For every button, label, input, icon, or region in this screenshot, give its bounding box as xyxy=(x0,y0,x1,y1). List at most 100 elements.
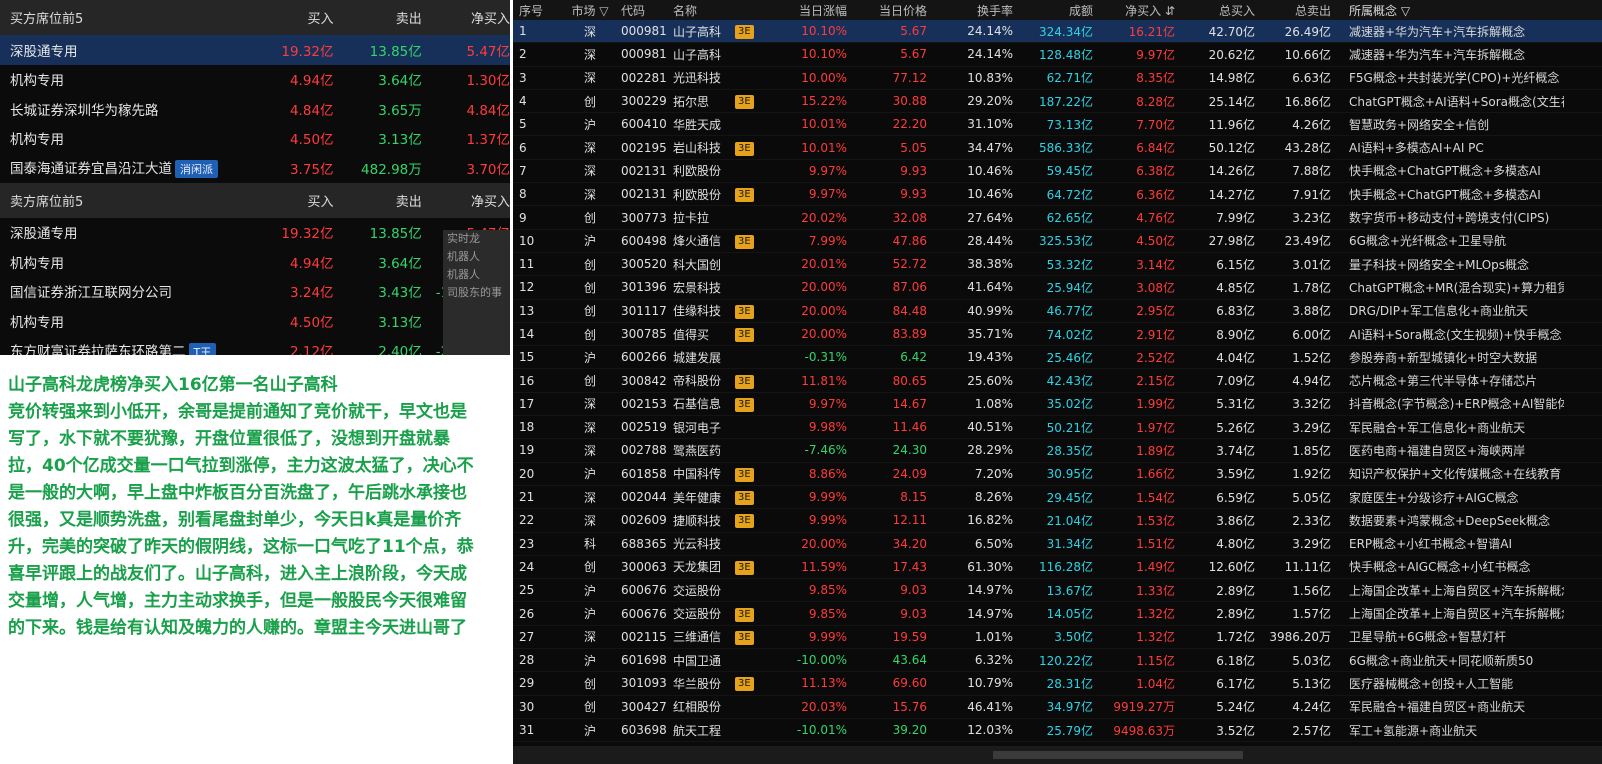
horizontal-scrollbar[interactable] xyxy=(513,746,1602,764)
row-index: 3 xyxy=(519,70,527,85)
market-cell: 创 xyxy=(583,211,596,226)
table-row[interactable]: 30 创 300427 红相股份 20.03% 15.76 46.41% 34.97亿 9919… xyxy=(513,696,1602,719)
net-buy-cell: 8.35亿 xyxy=(1136,71,1175,86)
column-header[interactable]: 当日涨幅 xyxy=(761,2,847,19)
table-row[interactable]: 1 深 000981 山子高科 3E 10.10% 5.67 24.14% 324.34亿 16.… xyxy=(513,20,1602,44)
table-row[interactable]: 12 创 301396 宏景科技 20.00% 87.06 41.64% 25.94亿 3.08… xyxy=(513,276,1602,300)
concept-cell: 上海国企改革+上海自贸区+汽车拆解概念 xyxy=(1349,607,1564,622)
price-cell: 17.43 xyxy=(892,559,927,574)
table-row[interactable]: 10 沪 600498 烽火通信 3E 7.99% 47.86 28.44% 325.53亿 4.… xyxy=(513,230,1602,253)
change-cell: 15.22% xyxy=(801,94,847,109)
table-row[interactable]: 19 深 002788 鹭燕医药 -7.46% 24.30 28.29% 28.35亿 1.89… xyxy=(513,439,1602,463)
badge-cell: 3E xyxy=(735,186,761,203)
row-index: 21 xyxy=(519,490,535,505)
table-row[interactable]: 15 沪 600266 城建发展 -0.31% 6.42 19.43% 25.46亿 2.52亿… xyxy=(513,346,1602,370)
name-cell: 中国卫通 xyxy=(673,653,722,668)
seat-name-cell: 深股通专用 xyxy=(0,40,245,60)
table-row[interactable]: 4 创 300229 拓尔思 3E 15.22% 30.88 29.20% 187.22亿 8.2… xyxy=(513,90,1602,114)
table-row[interactable]: 29 创 301093 华兰股份 3E 11.13% 69.60 10.79% 28.31亿 1.… xyxy=(513,672,1602,696)
table-row[interactable]: 7 深 002131 利欧股份 9.97% 9.93 10.46% 59.45亿 6.38亿 14… xyxy=(513,160,1602,184)
table-row[interactable]: 3 深 002281 光迅科技 10.00% 77.12 10.83% 62.71亿 8.35亿… xyxy=(513,67,1602,90)
table-row[interactable]: 11 创 300520 科大国创 20.01% 52.72 38.38% 53.32亿 3.14… xyxy=(513,253,1602,277)
table-row[interactable]: 23 科 688365 光云科技 20.00% 34.20 6.50% 31.34亿 1.51亿… xyxy=(513,533,1602,556)
seat-row[interactable]: 国泰海通证券宜昌沿江大道 消闲派 3.75亿 482.98万 3.70亿 xyxy=(0,153,510,183)
badge-3e: 3E xyxy=(735,467,754,482)
badge-cell: 3E xyxy=(735,466,761,482)
table-row[interactable]: 22 深 002609 捷顺科技 3E 9.99% 12.11 16.82% 21.04亿 1.5… xyxy=(513,509,1602,533)
total-sell-cell: 26.49亿 xyxy=(1284,24,1331,39)
seat-panel: 买方席位前5 买入 卖出 净买入 深股通专用 19.32亿 13.85亿 5.47亿 机构专用 4… xyxy=(0,0,510,355)
table-row[interactable]: 26 沪 600676 交运股份 3E 9.85% 9.03 14.97% 14.05亿 1.32… xyxy=(513,602,1602,626)
table-row[interactable]: 18 深 002519 银河电子 9.98% 11.46 40.51% 50.21亿 1.97亿… xyxy=(513,416,1602,440)
column-header[interactable]: 所属概念 ▽ xyxy=(1331,2,1564,19)
column-header[interactable]: 净买入 ⇵ xyxy=(1093,2,1175,19)
seat-row[interactable]: 东方财富证券拉萨东环路第二T王2.12亿2.40亿-2883.60万 xyxy=(0,336,510,355)
table-row[interactable]: 5 沪 600410 华胜天成 10.01% 22.20 31.10% 73.13亿 7.70亿… xyxy=(513,113,1602,137)
table-row[interactable]: 21 深 002044 美年健康 3E 9.99% 8.15 8.26% 29.45亿 1.54亿… xyxy=(513,486,1602,510)
amount-cell: 59.45亿 xyxy=(1046,164,1093,179)
name-cell: 科大国创 xyxy=(673,257,722,272)
seat-row[interactable]: 深股通专用19.32亿13.85亿5.47亿 xyxy=(0,218,510,248)
market-cell: 深 xyxy=(583,630,596,645)
seat-name: 东方财富证券拉萨东环路第二 xyxy=(10,343,186,355)
seat-row[interactable]: 国信证券浙江互联网分公司3.24亿3.43亿-1882.01万 xyxy=(0,277,510,307)
scrollbar-thumb[interactable] xyxy=(993,751,1243,759)
column-header[interactable]: 总买入 xyxy=(1175,2,1255,19)
name-cell: 拉卡拉 xyxy=(673,211,710,226)
code-cell: 600410 xyxy=(621,117,667,132)
table-row[interactable]: 17 深 002153 石基信息 3E 9.97% 14.67 1.08% 35.02亿 1.99… xyxy=(513,393,1602,417)
seat-row[interactable]: 长城证券深圳华为稼先路 4.84亿 3.65万 4.84亿 xyxy=(0,94,510,124)
code-cell: 002519 xyxy=(621,420,667,435)
change-cell: -0.31% xyxy=(804,350,847,365)
table-row[interactable]: 25 沪 600676 交运股份 9.85% 9.03 14.97% 13.67亿 1.33亿 2… xyxy=(513,579,1602,603)
table-row[interactable]: 20 沪 601858 中国科传 3E 8.86% 24.09 7.20% 30.95亿 1.66… xyxy=(513,463,1602,486)
concept-cell: AI语料+Sora概念(文生视频)+快手概念 xyxy=(1349,327,1562,342)
column-header[interactable]: 换手率 xyxy=(927,2,1013,19)
concept-cell: 智慧政务+网络安全+信创 xyxy=(1349,117,1490,132)
price-cell: 9.03 xyxy=(900,583,927,598)
table-row[interactable]: 6 深 002195 岩山科技 3E 10.01% 5.05 34.47% 586.33亿 6.8… xyxy=(513,136,1602,160)
seat-row[interactable]: 机构专用4.94亿3.64亿1.30亿 xyxy=(0,65,510,95)
seat-row[interactable]: 机构专用4.94亿3.64亿1.30亿 xyxy=(0,247,510,277)
table-row[interactable]: 24 创 300063 天龙集团 3E 11.59% 17.43 61.30% 116.28亿 1… xyxy=(513,556,1602,580)
column-header[interactable]: 当日价格 xyxy=(847,2,927,19)
table-row[interactable]: 8 深 002131 利欧股份 3E 9.97% 9.93 10.46% 64.72亿 6.36亿… xyxy=(513,183,1602,207)
column-header[interactable]: 总卖出 xyxy=(1255,2,1331,19)
amount-cell: 53.32亿 xyxy=(1046,257,1093,272)
concept-cell: 军工+氢能源+商业航天 xyxy=(1349,723,1478,738)
table-row[interactable]: 9 创 300773 拉卡拉 20.02% 32.08 27.64% 62.65亿 4.76亿 7… xyxy=(513,206,1602,230)
concept-cell: ERP概念+小红书概念+智谱AI xyxy=(1349,537,1513,552)
seat-name: 机构专用 xyxy=(10,73,64,90)
amount-cell: 13.67亿 xyxy=(1046,583,1093,598)
column-header[interactable]: 序号 xyxy=(513,2,559,19)
total-buy-cell: 12.60亿 xyxy=(1208,560,1255,575)
badge-cell: 3E xyxy=(735,303,761,319)
table-row[interactable]: 16 创 300842 帝科股份 3E 11.81% 80.65 25.60% 42.43亿 2.… xyxy=(513,369,1602,393)
seat-name-cell: 国泰海通证券宜昌沿江大道 消闲派 xyxy=(0,157,245,179)
column-header[interactable]: 市场 ▽ xyxy=(559,2,621,19)
amount-cell: 62.65亿 xyxy=(1046,211,1093,226)
commentary-body: 竞价转强来到小低开，余哥是提前通知了竞价就干，早文也是写了，水下就不要犹豫，开盘… xyxy=(8,402,474,638)
amount-cell: 187.22亿 xyxy=(1039,94,1093,109)
table-row[interactable]: 2 深 000981 山子高科 10.10% 5.67 24.14% 128.48亿 9.97亿… xyxy=(513,43,1602,67)
seat-row[interactable]: 机构专用4.50亿3.13亿1.37亿 xyxy=(0,124,510,154)
column-header[interactable]: 代码 xyxy=(621,2,673,19)
turnover-cell: 46.41% xyxy=(967,699,1013,714)
seat-row[interactable]: 机构专用4.50亿3.13亿1.37亿 xyxy=(0,306,510,336)
seat-row[interactable]: 深股通专用19.32亿13.85亿5.47亿 xyxy=(0,35,510,65)
seat-sell: 3.13亿 xyxy=(378,314,422,331)
column-header[interactable]: 名称 xyxy=(673,2,735,19)
column-header[interactable]: 成额 xyxy=(1013,2,1093,19)
table-row[interactable]: 27 深 002115 三维通信 3E 9.99% 19.59 1.01% 3.50亿 1.32亿… xyxy=(513,626,1602,650)
price-cell: 19.59 xyxy=(892,629,927,644)
seat-name-cell: 东方财富证券拉萨东环路第二 T王 xyxy=(0,340,245,355)
seat-name: 长城证券深圳华为稼先路 xyxy=(10,102,159,119)
turnover-cell: 28.29% xyxy=(967,443,1013,458)
table-row[interactable]: 28 沪 601698 中国卫通 -10.00% 43.64 6.32% 120.22亿 1.1… xyxy=(513,649,1602,673)
code-cell: 300520 xyxy=(621,257,667,272)
table-row[interactable]: 31 沪 603698 航天工程 -10.01% 39.20 12.03% 25.79亿 949… xyxy=(513,719,1602,743)
badge-3e: 3E xyxy=(735,188,754,203)
table-row[interactable]: 13 创 301117 佳缘科技 3E 20.00% 84.48 40.99% 46.77亿 2.… xyxy=(513,300,1602,323)
table-row[interactable]: 14 创 300785 值得买 3E 20.00% 83.89 35.71% 74.02亿 2.9… xyxy=(513,323,1602,347)
market-cell: 沪 xyxy=(583,117,596,132)
